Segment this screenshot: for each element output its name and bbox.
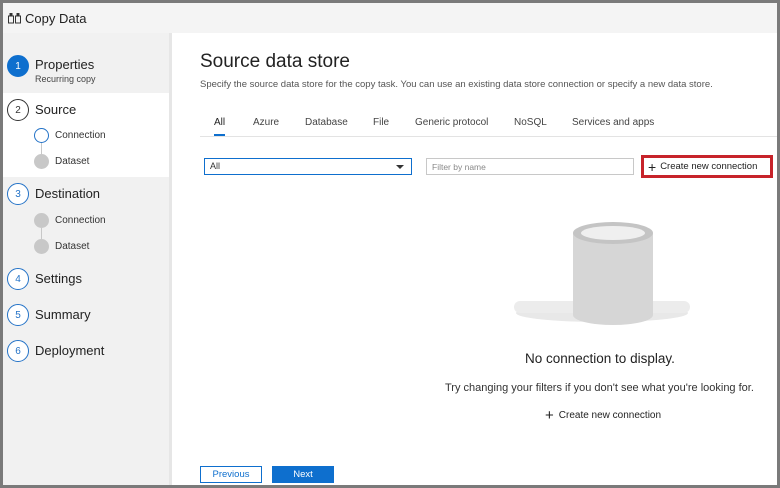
connector-type-dropdown[interactable]: All — [204, 158, 412, 175]
main-panel: Source data store Specify the source dat… — [172, 33, 777, 485]
tab-all[interactable]: All — [214, 117, 226, 136]
wizard-sidebar: 1 Properties Recurring copy 2 Source Con… — [3, 33, 169, 485]
tab-services-and-apps[interactable]: Services and apps — [572, 117, 654, 136]
substep-destination-connection[interactable]: Connection — [55, 215, 106, 226]
empty-state-hint: Try changing your filters if you don't s… — [445, 382, 754, 394]
plus-icon: + — [545, 406, 554, 424]
substep-connector — [41, 228, 42, 239]
step-label: Deployment — [35, 343, 105, 358]
step-sublabel: Recurring copy — [35, 74, 96, 84]
copy-data-window: Copy Data 1 Properties Recurring copy 2 … — [0, 0, 780, 488]
step-number-badge: 5 — [7, 304, 29, 326]
database-cylinder-icon — [514, 222, 690, 325]
step-label: Settings — [35, 271, 82, 286]
substep-destination-dataset[interactable]: Dataset — [55, 241, 89, 252]
step-label: Properties — [35, 57, 95, 72]
filter-by-name-input[interactable] — [426, 158, 634, 175]
step-summary[interactable]: 5 Summary — [3, 304, 169, 326]
step-label: Destination — [35, 186, 101, 201]
step-source-block: 2 Source Connection Dataset — [3, 93, 169, 177]
step-destination[interactable]: 3 Destination — [3, 183, 169, 205]
step-settings[interactable]: 4 Settings — [3, 268, 169, 290]
substep-pending-indicator — [34, 239, 49, 254]
step-deployment[interactable]: 6 Deployment — [3, 340, 169, 362]
step-number-badge: 4 — [7, 268, 29, 290]
substep-current-indicator — [34, 128, 49, 143]
chevron-down-icon — [396, 165, 404, 169]
substep-connector — [41, 143, 42, 154]
empty-create-label: Create new connection — [558, 410, 662, 421]
substep-source-connection[interactable]: Connection — [55, 130, 106, 141]
tab-nosql[interactable]: NoSQL — [514, 117, 547, 136]
create-button-label: Create new connection — [660, 161, 758, 172]
next-button[interactable]: Next — [272, 466, 334, 483]
empty-state-create-link[interactable]: + Create new connection — [545, 406, 662, 424]
step-properties[interactable]: 1 Properties Recurring copy — [3, 51, 169, 85]
substep-pending-indicator — [34, 154, 49, 169]
step-label: Summary — [35, 307, 91, 322]
dropdown-value: All — [210, 161, 221, 171]
tab-database[interactable]: Database — [305, 117, 348, 136]
tab-file[interactable]: File — [373, 117, 389, 136]
connector-category-tabs: All Azure Database File Generic protocol… — [200, 117, 777, 137]
title-bar: Copy Data — [3, 3, 777, 33]
previous-button[interactable]: Previous — [200, 466, 262, 483]
window-title: Copy Data — [25, 10, 87, 26]
step-number-badge: 3 — [7, 183, 29, 205]
step-number-badge: 1 — [7, 55, 29, 77]
substep-source-dataset[interactable]: Dataset — [55, 156, 89, 167]
substep-pending-indicator — [34, 213, 49, 228]
step-label: Source — [35, 102, 77, 117]
tab-azure[interactable]: Azure — [253, 117, 279, 136]
page-description: Specify the source data store for the co… — [200, 79, 713, 90]
page-title: Source data store — [200, 51, 350, 72]
step-number-badge: 2 — [7, 99, 29, 121]
create-new-connection-button[interactable]: + Create new connection — [641, 155, 773, 178]
copy-data-app-icon — [8, 13, 21, 24]
step-number-badge: 6 — [7, 340, 29, 362]
plus-icon: + — [648, 158, 657, 175]
tab-generic-protocol[interactable]: Generic protocol — [415, 117, 488, 136]
step-source[interactable]: 2 Source — [3, 99, 169, 121]
